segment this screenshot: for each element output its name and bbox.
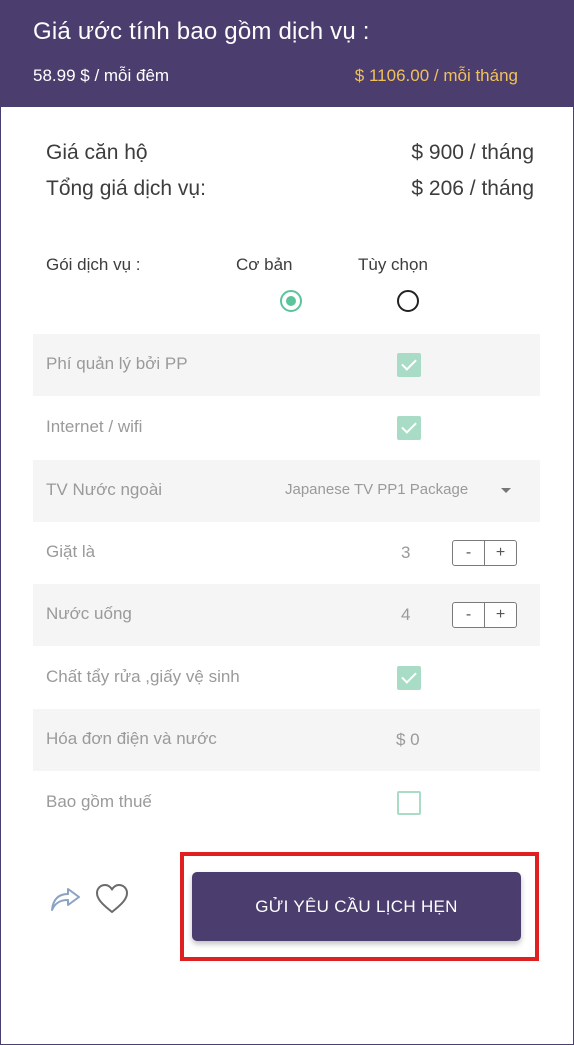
plan-basic-label: Cơ bản [236,255,293,274]
laundry-stepper: - + [452,540,517,566]
decrement-button[interactable]: - [453,603,485,627]
service-row-internet: Internet / wifi [33,397,540,459]
decrement-button[interactable]: - [453,541,485,565]
heart-icon[interactable] [94,882,130,916]
service-label: Hóa đơn điện và nước [46,729,217,748]
header-title: Giá ước tính bao gồm dịch vụ : [33,18,370,45]
plan-custom-label: Tùy chọn [358,255,428,274]
service-checkbox[interactable] [397,416,421,440]
price-per-month: $ 1106.00 / mỗi tháng [354,66,518,85]
share-icon[interactable] [48,883,84,915]
service-row-utilities: Hóa đơn điện và nước $ 0 [33,709,540,771]
apartment-price-value: $ 900 / tháng [411,141,534,164]
service-label: Nước uống [46,604,132,623]
service-total-row: Tổng giá dịch vụ: $ 206 / tháng [46,177,534,207]
service-label: Chất tẩy rửa ,giấy vệ sinh [46,667,240,686]
chevron-down-icon[interactable] [501,488,511,493]
increment-button[interactable]: + [485,603,516,627]
service-label: Internet / wifi [46,417,143,436]
service-checkbox[interactable] [397,791,421,815]
water-stepper: - + [452,602,517,628]
service-label: Bao gồm thuế [46,792,152,811]
price-header: Giá ước tính bao gồm dịch vụ : 58.99 $ /… [0,0,574,107]
service-total-label: Tổng giá dịch vụ: [46,177,206,200]
service-checkbox[interactable] [397,353,421,377]
service-checkbox[interactable] [397,666,421,690]
service-row-laundry: Giặt là 3 - + [33,522,540,584]
water-quantity: 4 [401,605,411,624]
increment-button[interactable]: + [485,541,516,565]
service-row-tax: Bao gồm thuế [33,772,540,834]
service-row-cleaning-supplies: Chất tẩy rửa ,giấy vệ sinh [33,647,540,709]
plan-basic-radio[interactable] [280,290,302,312]
service-row-management: Phí quản lý bởi PP [33,334,540,396]
tv-package-select[interactable]: Japanese TV PP1 Package [285,481,468,498]
apartment-price-row: Giá căn hộ $ 900 / tháng [46,141,534,171]
service-label: TV Nước ngoài [46,480,163,499]
plan-custom-radio[interactable] [397,290,419,312]
laundry-quantity: 3 [401,543,411,562]
service-row-foreign-tv: TV Nước ngoài Japanese TV PP1 Package [33,460,540,522]
service-label: Giặt là [46,542,96,561]
plan-label: Gói dịch vụ : [46,255,141,274]
service-label: Phí quản lý bởi PP [46,354,188,373]
utilities-amount: $ 0 [396,730,420,749]
service-row-drinking-water: Nước uống 4 - + [33,584,540,646]
price-per-night: 58.99 $ / mỗi đêm [33,66,170,85]
submit-appointment-button[interactable]: GỬI YÊU CẦU LỊCH HẸN [192,872,521,941]
apartment-price-label: Giá căn hộ [46,141,148,164]
service-total-value: $ 206 / tháng [411,177,534,200]
